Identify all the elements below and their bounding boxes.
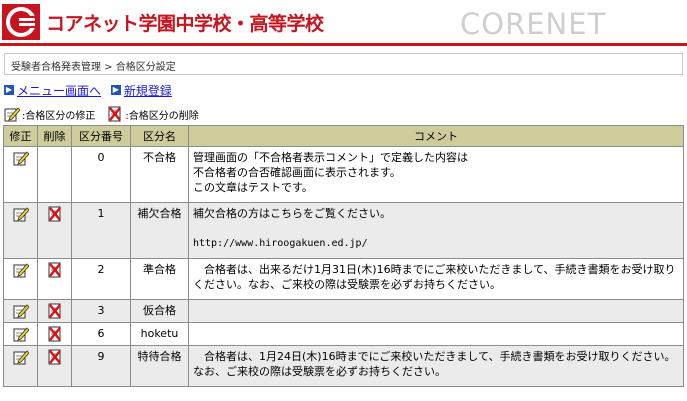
delete-icon[interactable] — [47, 206, 63, 222]
corenet-logo-icon — [2, 4, 40, 40]
menu-link[interactable]: メニュー画面へ — [17, 82, 101, 99]
row-name: hoketu — [130, 322, 189, 346]
table-row: 3 仮合格 — [3, 299, 684, 323]
menu-link-item[interactable]: ▶ メニュー画面へ — [4, 82, 101, 99]
legend-edit-label: :合格区分の修正 — [22, 110, 96, 122]
table-row: 2 準合格 合格者は、出来るだけ1月31日(木)16時までにご来校いただきまして… — [3, 258, 684, 300]
brand-wordmark: CORENET — [460, 7, 607, 41]
edit-icon[interactable] — [13, 349, 29, 365]
col-header-edit: 修正 — [3, 125, 38, 147]
page-header: コアネット学園中学校・高等学校 CORENET — [0, 0, 687, 46]
edit-icon[interactable] — [13, 206, 29, 222]
row-name: 不合格 — [130, 146, 189, 203]
row-name: 補欠合格 — [130, 202, 189, 259]
table-row: 9 特待合格 合格者は、1月24日(木)16時までにご来校いただきまして、手続き… — [3, 345, 684, 387]
delete-icon — [107, 106, 123, 122]
row-name: 仮合格 — [130, 299, 189, 323]
header-divider — [0, 43, 687, 46]
pass-category-table: 修正 削除 区分番号 区分名 コメント 0 不合格 管理画面の「不合格者表示コメ… — [3, 125, 684, 387]
row-number: 2 — [71, 258, 131, 300]
new-register-link-item[interactable]: ▶ 新規登録 — [110, 82, 172, 99]
edit-icon[interactable] — [13, 303, 29, 319]
row-comment — [188, 299, 684, 323]
breadcrumb: 受験者合格発表管理 > 合格区分設定 — [4, 53, 683, 75]
edit-icon[interactable] — [13, 326, 29, 342]
table-row: 1 補欠合格 補欠合格の方はこちらをご覧ください。 http://www.hir… — [3, 202, 684, 259]
col-header-comment: コメント — [188, 125, 684, 147]
table-header-row: 修正 削除 区分番号 区分名 コメント — [3, 125, 684, 147]
row-comment-url: http://www.hiroogakuen.ed.jp/ — [193, 238, 368, 249]
row-comment: 管理画面の「不合格者表示コメント」で定義した内容は 不合格者の合否確認画面に表示… — [188, 146, 684, 203]
row-comment: 補欠合格の方はこちらをご覧ください。 http://www.hiroogakue… — [188, 202, 684, 259]
edit-icon[interactable] — [13, 150, 29, 166]
row-name: 準合格 — [130, 258, 189, 300]
row-comment-text: 補欠合格の方はこちらをご覧ください。 — [193, 207, 391, 220]
row-number: 0 — [71, 146, 131, 203]
table-row: 6 hoketu — [3, 322, 684, 346]
arrow-right-icon: ▶ — [110, 85, 121, 95]
col-header-name: 区分名 — [130, 125, 189, 147]
row-number: 6 — [71, 322, 131, 346]
arrow-right-icon: ▶ — [4, 85, 14, 95]
row-comment: 合格者は、1月24日(木)16時までにご来校いただきまして、手続き書類をお受け取… — [188, 345, 684, 387]
delete-icon[interactable] — [47, 303, 63, 319]
icon-legend: :合格区分の修正 :合格区分の削除 — [4, 106, 211, 122]
delete-icon[interactable] — [47, 326, 63, 342]
new-register-link[interactable]: 新規登録 — [124, 82, 172, 99]
col-header-number: 区分番号 — [71, 125, 131, 147]
row-number: 1 — [71, 202, 131, 259]
edit-icon — [4, 106, 20, 122]
row-number: 3 — [71, 299, 131, 323]
legend-delete-label: :合格区分の削除 — [125, 110, 199, 122]
col-header-delete: 削除 — [37, 125, 72, 147]
row-name: 特待合格 — [130, 345, 189, 387]
delete-icon[interactable] — [47, 349, 63, 365]
school-name: コアネット学園中学校・高等学校 — [46, 13, 324, 35]
table-row: 0 不合格 管理画面の「不合格者表示コメント」で定義した内容は 不合格者の合否確… — [3, 146, 684, 203]
row-comment — [188, 322, 684, 346]
action-links: ▶ メニュー画面へ ▶ 新規登録 — [4, 81, 178, 99]
delete-icon[interactable] — [47, 262, 63, 278]
row-comment: 合格者は、出来るだけ1月31日(木)16時までにご来校いただきまして、手続き書類… — [188, 258, 684, 300]
legend-edit: :合格区分の修正 — [4, 106, 95, 122]
row-number: 9 — [71, 345, 131, 387]
edit-icon[interactable] — [13, 262, 29, 278]
legend-delete: :合格区分の削除 — [107, 106, 199, 122]
